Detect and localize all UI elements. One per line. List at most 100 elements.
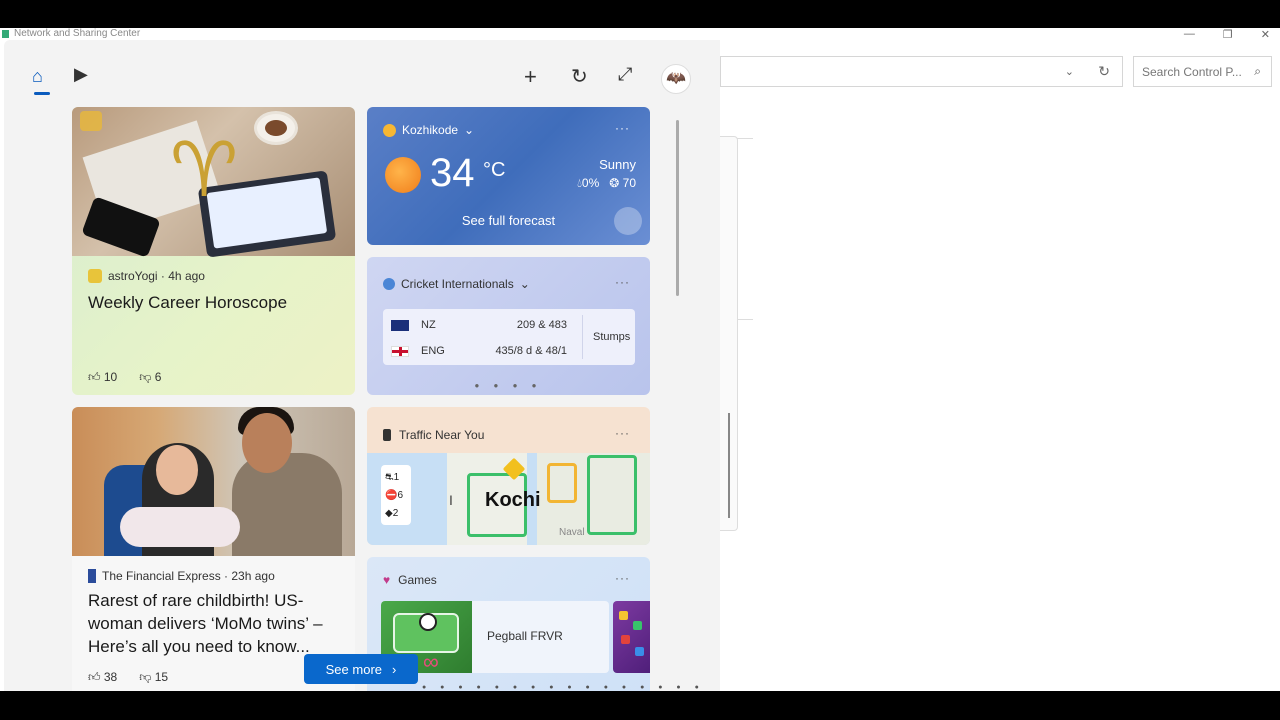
panel-scrollbar[interactable]: [676, 120, 679, 296]
game-name: Pegball FRVR: [487, 629, 563, 643]
more-options-button[interactable]: ···: [615, 426, 630, 440]
article-source: The Financial Express · 23h ago: [88, 569, 275, 583]
aqi-value: 70: [622, 176, 636, 190]
weather-avatar-icon: [614, 207, 642, 235]
like-button[interactable]: 👍︎ 38: [88, 670, 117, 685]
horoscope-image: ♈: [72, 107, 355, 258]
top-letterbox: [0, 0, 1280, 28]
text-cursor-icon: I: [449, 492, 453, 508]
divider: [737, 319, 753, 320]
avatar[interactable]: 🦇: [661, 64, 691, 94]
game-thumbnail[interactable]: [613, 601, 650, 673]
infinity-icon: ∞: [423, 649, 439, 673]
source-text: The Financial Express · 23h ago: [102, 569, 275, 583]
refresh-icon[interactable]: ↻: [571, 64, 588, 89]
heart-icon: ♥: [383, 573, 391, 587]
news-image: [72, 407, 355, 556]
legend-item: ⛐1: [385, 469, 407, 487]
map-area-label: Naval: [559, 527, 585, 538]
active-tab-indicator: [34, 92, 50, 95]
precipitation: 💧︎0%: [577, 176, 600, 190]
gem-icon: [633, 621, 642, 630]
home-icon[interactable]: ⌂: [32, 66, 43, 87]
temperature-unit: °C: [483, 159, 506, 181]
closure-icon: ⛔: [385, 490, 398, 501]
coffee: [265, 120, 287, 136]
article-headline[interactable]: Rarest of rare childbirth! US-woman deli…: [88, 589, 346, 658]
address-bar[interactable]: ⌄ ↻: [720, 56, 1123, 87]
traffic-title: Traffic Near You: [383, 428, 484, 442]
scorecard[interactable]: NZ 209 & 483 ENG 435/8 d & 48/1 Stumps: [383, 309, 635, 365]
see-more-label: See more: [325, 661, 383, 677]
aries-ram-icon: ♈: [170, 128, 239, 213]
traffic-card[interactable]: Traffic Near You ··· Kochi Naval ⛐1 ⛔6 ◆…: [367, 407, 650, 545]
person-shape: [232, 453, 342, 556]
location-name: Kozhikode: [402, 123, 459, 137]
traffic-light-icon: [383, 429, 391, 441]
add-widget-icon[interactable]: +: [524, 64, 537, 90]
dislike-button[interactable]: 👎︎ 6: [139, 370, 161, 385]
expand-icon[interactable]: ⤢: [618, 64, 632, 85]
restore-button[interactable]: ❐: [1223, 28, 1233, 41]
sunny-icon: [385, 157, 421, 193]
minimize-button[interactable]: —: [1184, 28, 1195, 41]
legend-count: 6: [397, 490, 404, 501]
temperature: 34: [430, 151, 475, 195]
more-options-button[interactable]: ···: [615, 571, 630, 585]
app-icon: [2, 30, 9, 38]
gem-icon: [635, 647, 644, 656]
see-full-forecast-link[interactable]: See full forecast: [367, 213, 650, 228]
refresh-icon[interactable]: ↻: [1098, 63, 1110, 80]
match-status: Stumps: [593, 331, 631, 343]
chevron-down-icon[interactable]: ⌄: [464, 123, 474, 137]
see-more-button[interactable]: See more ›: [304, 654, 418, 684]
article-source: astroYogi · 4h ago: [88, 269, 205, 283]
weather-location[interactable]: Kozhikode ⌄: [383, 123, 474, 137]
carousel-pager[interactable]: ● ● ● ●: [367, 381, 650, 390]
source-text: astroYogi · 4h ago: [108, 269, 205, 283]
video-icon[interactable]: ▶: [74, 64, 88, 85]
divider: [737, 138, 753, 139]
news-card[interactable]: The Financial Express · 23h ago Rarest o…: [72, 407, 355, 691]
cricket-card[interactable]: Cricket Internationals ⌄ ··· NZ 209 & 48…: [367, 257, 650, 395]
window-controls: — ❐ ✕: [1184, 28, 1270, 41]
traffic-map[interactable]: Kochi Naval ⛐1 ⛔6 ◆2: [367, 453, 650, 545]
dislike-button[interactable]: 👎︎ 15: [139, 670, 168, 685]
games-title-text: Games: [398, 573, 437, 587]
divider: [582, 315, 583, 359]
team-score: 435/8 d & 48/1: [495, 345, 567, 357]
face-shape: [242, 413, 292, 473]
like-button[interactable]: 👍︎ 10: [88, 370, 117, 385]
scrollbar-thumb[interactable]: [728, 413, 730, 518]
widgets-panel: ⌂ ▶ + ↻ ⤢ 🦇 ♈ astroYogi · 4h ago Weekly …: [4, 40, 720, 691]
widget-panel-scroll-track[interactable]: [720, 136, 738, 531]
cricket-title[interactable]: Cricket Internationals ⌄: [383, 277, 530, 291]
weather-condition: Sunny: [599, 157, 636, 172]
article-headline[interactable]: Weekly Career Horoscope: [88, 291, 338, 314]
team-name: ENG: [421, 345, 445, 357]
window-title: Network and Sharing Center: [14, 28, 141, 39]
games-title: ♥ Games: [383, 573, 437, 587]
team-name: NZ: [421, 319, 436, 331]
games-pager[interactable]: ● ● ● ● ● ● ● ● ● ● ● ● ● ● ● ●: [422, 684, 705, 691]
financial-express-logo: [88, 569, 96, 583]
team-row: ENG 435/8 d & 48/1: [391, 345, 567, 357]
precip-value: 0%: [581, 176, 600, 190]
chevron-down-icon[interactable]: ⌄: [520, 277, 530, 291]
close-button[interactable]: ✕: [1261, 28, 1270, 41]
search-input[interactable]: Search Control P... ⌕: [1133, 56, 1272, 87]
horoscope-card[interactable]: ♈ astroYogi · 4h ago Weekly Career Horos…: [72, 107, 355, 395]
dislike-count: 6: [154, 370, 162, 384]
astroyogi-logo: [80, 111, 102, 131]
more-options-button[interactable]: ···: [615, 275, 630, 289]
more-options-button[interactable]: ···: [615, 121, 630, 135]
bottom-letterbox: [0, 691, 1280, 720]
like-count: 10: [103, 370, 118, 384]
legend-item: ⛔6: [385, 487, 407, 505]
gem-icon: [621, 635, 630, 644]
soccer-ball-icon: [419, 613, 437, 631]
search-icon[interactable]: ⌕: [1254, 64, 1261, 79]
weather-card[interactable]: Kozhikode ⌄ ··· 34 °C Sunny 💧︎0% ❂ 70 Se…: [367, 107, 650, 245]
gem-icon: [619, 611, 628, 620]
chevron-down-icon[interactable]: ⌄: [1065, 65, 1074, 78]
